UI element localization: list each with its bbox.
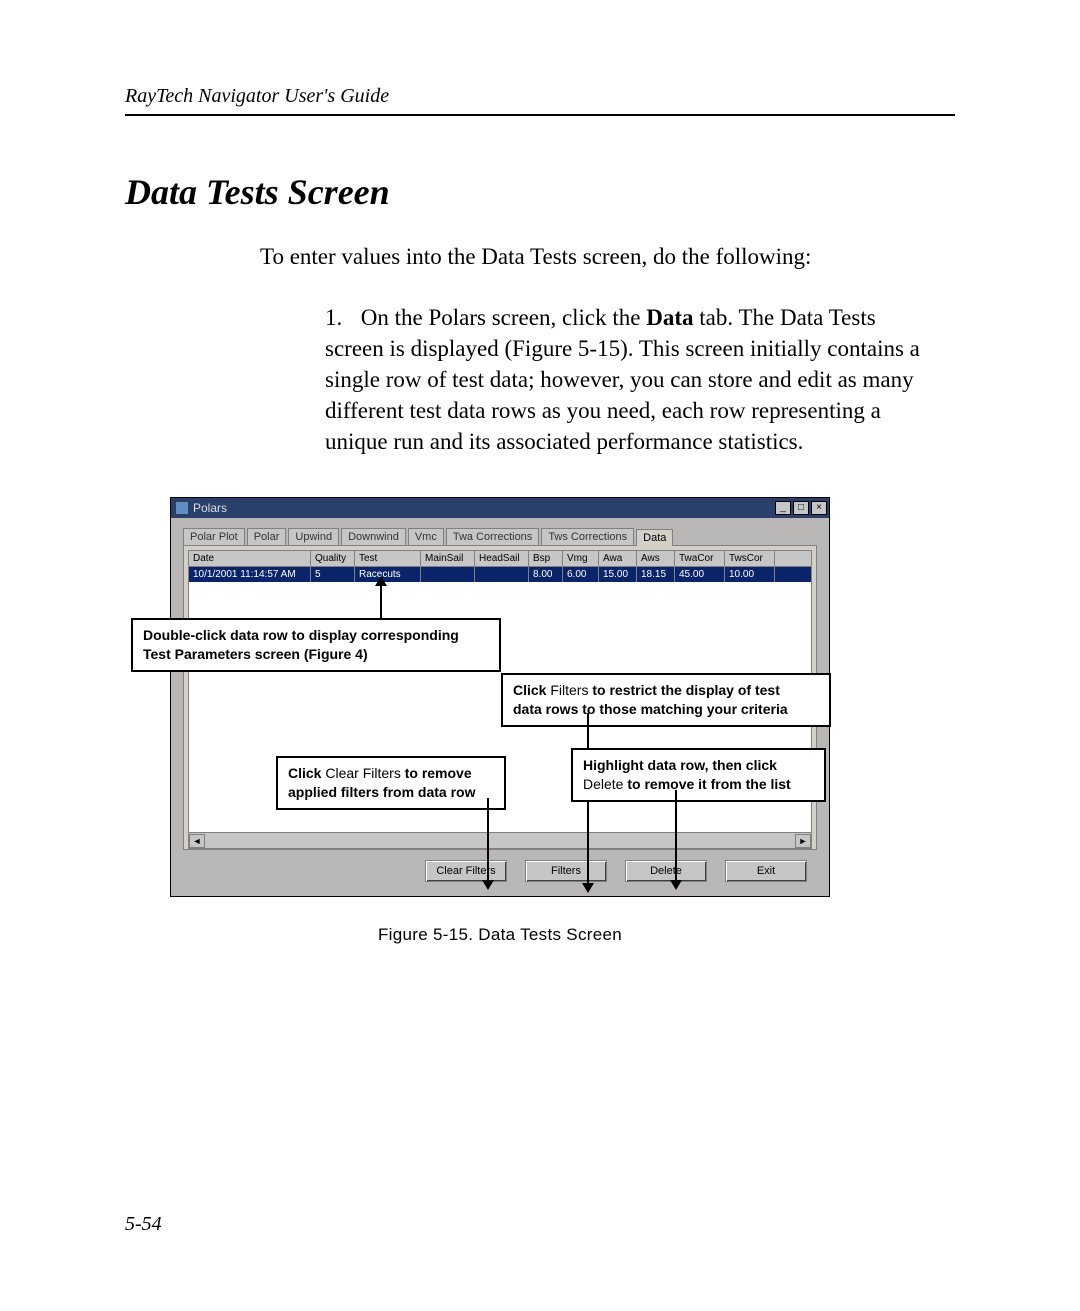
scroll-right-button[interactable]: ►	[795, 834, 811, 848]
col-vmg[interactable]: Vmg	[563, 551, 599, 566]
section-title: Data Tests Screen	[125, 171, 955, 213]
tab-downwind[interactable]: Downwind	[341, 528, 406, 545]
cell-date: 10/1/2001 11:14:57 AM	[189, 567, 311, 582]
app-icon	[175, 501, 189, 515]
col-awa[interactable]: Awa	[599, 551, 637, 566]
polars-window: Polars _ □ × Polar Plot Polar Upwind Dow…	[170, 497, 830, 897]
table-row[interactable]: 10/1/2001 11:14:57 AM 5 Racecuts 8.00 6.…	[189, 567, 811, 582]
window-title: Polars	[193, 501, 773, 515]
running-header: RayTech Navigator User's Guide	[125, 85, 955, 116]
tab-polar-plot[interactable]: Polar Plot	[183, 528, 245, 545]
button-row: Clear Filters Filters Delete Exit	[183, 850, 817, 882]
titlebar[interactable]: Polars _ □ ×	[171, 498, 829, 518]
filters-button[interactable]: Filters	[525, 860, 607, 882]
col-headsail[interactable]: HeadSail	[475, 551, 529, 566]
step-number: 1.	[325, 302, 355, 333]
close-button[interactable]: ×	[811, 501, 827, 515]
delete-button[interactable]: Delete	[625, 860, 707, 882]
tab-twa-corrections[interactable]: Twa Corrections	[446, 528, 539, 545]
maximize-button[interactable]: □	[793, 501, 809, 515]
tab-data[interactable]: Data	[636, 529, 673, 546]
col-twscor[interactable]: TwsCor	[725, 551, 775, 566]
cell-twacor: 45.00	[675, 567, 725, 582]
col-quality[interactable]: Quality	[311, 551, 355, 566]
cell-quality: 5	[311, 567, 355, 582]
col-aws[interactable]: Aws	[637, 551, 675, 566]
step-bold: Data	[646, 305, 693, 330]
col-mainsail[interactable]: MainSail	[421, 551, 475, 566]
step-1: 1. On the Polars screen, click the Data …	[325, 302, 930, 457]
intro-paragraph: To enter values into the Data Tests scre…	[260, 241, 955, 272]
col-twacor[interactable]: TwaCor	[675, 551, 725, 566]
data-grid[interactable]: Date Quality Test MainSail HeadSail Bsp …	[188, 550, 812, 849]
figure-caption: Figure 5-15. Data Tests Screen	[170, 925, 830, 945]
tab-strip: Polar Plot Polar Upwind Downwind Vmc Twa…	[183, 528, 817, 545]
cell-awa: 15.00	[599, 567, 637, 582]
cell-aws: 18.15	[637, 567, 675, 582]
tab-upwind[interactable]: Upwind	[288, 528, 339, 545]
clear-filters-button[interactable]: Clear Filters	[425, 860, 507, 882]
exit-button[interactable]: Exit	[725, 860, 807, 882]
col-test[interactable]: Test	[355, 551, 421, 566]
cell-vmg: 6.00	[563, 567, 599, 582]
figure-5-15: Polars _ □ × Polar Plot Polar Upwind Dow…	[170, 497, 830, 945]
grid-body	[189, 582, 811, 832]
col-bsp[interactable]: Bsp	[529, 551, 563, 566]
step-text-a: On the Polars screen, click the	[361, 305, 647, 330]
cell-mainsail	[421, 567, 475, 582]
cell-headsail	[475, 567, 529, 582]
minimize-button[interactable]: _	[775, 501, 791, 515]
tab-tws-corrections[interactable]: Tws Corrections	[541, 528, 634, 545]
col-date[interactable]: Date	[189, 551, 311, 566]
cell-test: Racecuts	[355, 567, 421, 582]
horizontal-scrollbar[interactable]: ◄ ►	[189, 832, 811, 848]
tab-vmc[interactable]: Vmc	[408, 528, 444, 545]
cell-bsp: 8.00	[529, 567, 563, 582]
cell-twscor: 10.00	[725, 567, 775, 582]
page-number: 5-54	[125, 1213, 162, 1236]
grid-header: Date Quality Test MainSail HeadSail Bsp …	[189, 551, 811, 567]
grid-container: Date Quality Test MainSail HeadSail Bsp …	[183, 545, 817, 850]
scroll-left-button[interactable]: ◄	[189, 834, 205, 848]
tab-polar[interactable]: Polar	[247, 528, 287, 545]
